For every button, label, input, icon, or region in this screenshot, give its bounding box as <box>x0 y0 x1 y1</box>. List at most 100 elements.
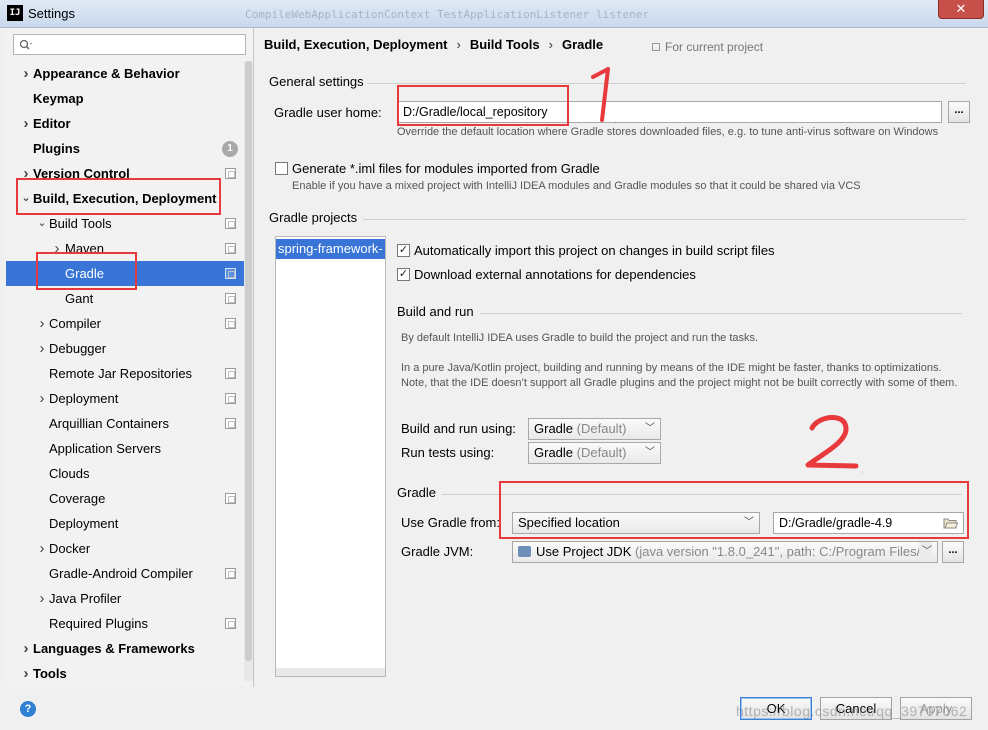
sidebar-item-coverage[interactable]: Coverage <box>6 486 244 511</box>
sidebar-item-application-servers[interactable]: Application Servers <box>6 436 244 461</box>
sidebar-item-version-control[interactable]: › Version Control <box>6 161 244 186</box>
breadcrumb-part-3: Gradle <box>561 37 604 52</box>
sidebar-item-editor[interactable]: › Editor <box>6 111 244 136</box>
project-scope-icon <box>225 293 236 304</box>
sidebar-item-label: Maven <box>65 241 105 256</box>
sidebar-scrollbar-thumb[interactable] <box>245 61 252 661</box>
gradle-jvm-detail: (java version "1.8.0_241", path: C:/Prog… <box>635 544 927 559</box>
project-scope-icon <box>225 368 236 379</box>
chevron-right-icon[interactable]: › <box>21 661 31 686</box>
chevron-right-icon[interactable]: › <box>37 311 47 336</box>
sidebar-item-build-tools[interactable]: ⌄ Build Tools <box>6 211 244 236</box>
sidebar-item-build-execution-deployment[interactable]: ⌄ Build, Execution, Deployment <box>6 186 244 211</box>
gradle-user-home-browse-button[interactable]: ... <box>948 101 970 123</box>
run-tests-using-select[interactable]: Gradle (Default) ﹀ <box>528 442 661 464</box>
project-scope-icon <box>225 243 236 254</box>
folder-icon[interactable] <box>943 517 958 529</box>
gradle-jvm-browse-button[interactable]: ... <box>942 541 964 563</box>
sidebar-item-java-profiler[interactable]: › Java Profiler <box>6 586 244 611</box>
download-annotations-label: Download external annotations for depend… <box>414 267 696 282</box>
breadcrumb-separator: › <box>456 37 461 52</box>
chevron-right-icon[interactable]: › <box>21 636 31 661</box>
sidebar-item-tools[interactable]: › Tools <box>6 661 244 686</box>
chevron-right-icon[interactable]: › <box>37 536 47 561</box>
gradle-user-home-field[interactable]: D:/Gradle/local_repository <box>397 101 942 123</box>
sidebar-item-compiler[interactable]: › Compiler <box>6 311 244 336</box>
use-gradle-from-label: Use Gradle from: <box>401 515 500 530</box>
sidebar-item-required-plugins[interactable]: Required Plugins <box>6 611 244 636</box>
close-window-button[interactable]: ✕ <box>938 0 984 19</box>
sidebar-item-label: Remote Jar Repositories <box>49 366 193 381</box>
sidebar-item-gradle-android-compiler[interactable]: Gradle-Android Compiler <box>6 561 244 586</box>
sidebar-item-plugins[interactable]: Plugins 1 <box>6 136 244 161</box>
chevron-right-icon[interactable]: › <box>21 111 31 136</box>
gradle-jvm-label: Gradle JVM: <box>401 544 474 559</box>
search-icon <box>19 39 32 50</box>
sidebar-item-label: Deployment <box>49 516 119 531</box>
chevron-down-icon[interactable]: ⌄ <box>21 186 31 211</box>
settings-search-box[interactable] <box>13 34 246 55</box>
chevron-down-icon[interactable]: ⌄ <box>37 211 47 236</box>
background-window-text: CompileWebApplicationContext TestApplica… <box>245 8 649 21</box>
projects-list-scrollbar[interactable] <box>276 668 385 676</box>
sidebar-item-maven[interactable]: › Maven <box>6 236 244 261</box>
generate-iml-hint: Enable if you have a mixed project with … <box>292 180 861 192</box>
project-scope-icon <box>225 568 236 579</box>
project-scope-icon <box>225 268 236 279</box>
sidebar-item-gradle[interactable]: Gradle <box>6 261 244 286</box>
download-annotations-checkbox[interactable]: ✓ <box>397 268 410 281</box>
sidebar-item-docker[interactable]: › Docker <box>6 536 244 561</box>
sidebar-scrollbar[interactable] <box>244 61 253 681</box>
breadcrumb: Build, Execution, Deployment › Build Tools… <box>264 37 603 52</box>
chevron-right-icon[interactable]: › <box>21 161 31 186</box>
sidebar-item-label: Gradle-Android Compiler <box>49 566 193 581</box>
sidebar-item-deployment[interactable]: Deployment <box>6 511 244 536</box>
gradle-location-value: D:/Gradle/gradle-4.9 <box>779 516 893 530</box>
gradle-project-item[interactable]: spring-framework- <box>276 239 385 259</box>
sidebar-item-deployment[interactable]: › Deployment <box>6 386 244 411</box>
chevron-right-icon[interactable]: › <box>52 236 62 261</box>
sidebar-item-label: Deployment <box>49 391 119 406</box>
help-button[interactable]: ? <box>20 701 36 717</box>
sidebar-item-debugger[interactable]: › Debugger <box>6 336 244 361</box>
sidebar-item-keymap[interactable]: Keymap <box>6 86 244 111</box>
auto-import-checkbox[interactable]: ✓ <box>397 244 410 257</box>
sidebar-item-appearance-behavior[interactable]: › Appearance & Behavior <box>6 61 244 86</box>
chevron-right-icon[interactable]: › <box>37 336 47 361</box>
sidebar-item-arquillian-containers[interactable]: Arquillian Containers <box>6 411 244 436</box>
gradle-jvm-select[interactable]: Use Project JDK (java version "1.8.0_241… <box>512 541 938 563</box>
chevron-right-icon[interactable]: › <box>37 586 47 611</box>
sidebar-item-remote-jar-repositories[interactable]: Remote Jar Repositories <box>6 361 244 386</box>
sidebar-item-label: Debugger <box>49 341 107 356</box>
use-gradle-from-value: Specified location <box>518 515 620 530</box>
settings-sidebar: › Appearance & Behavior Keymap › Editor Plugi… <box>6 28 254 687</box>
use-gradle-from-select[interactable]: Specified location ﹀ <box>512 512 760 534</box>
sidebar-item-languages-frameworks[interactable]: › Languages & Frameworks <box>6 636 244 661</box>
run-tests-using-default: (Default) <box>576 445 627 460</box>
gradle-location-field[interactable]: D:/Gradle/gradle-4.9 <box>773 512 964 534</box>
breadcrumb-part-1: Build, Execution, Deployment <box>264 37 448 52</box>
chevron-right-icon[interactable]: › <box>37 386 47 411</box>
project-scope-icon <box>225 168 236 179</box>
gradle-user-home-hint: Override the default location where Grad… <box>397 126 939 138</box>
chevron-down-icon: ﹀ <box>645 447 655 458</box>
sidebar-item-gant[interactable]: Gant <box>6 286 244 311</box>
build-and-run-using-default: (Default) <box>576 421 627 436</box>
sidebar-item-label: Docker <box>49 541 91 556</box>
project-scope-icon <box>225 418 236 429</box>
sidebar-item-label: Coverage <box>49 491 106 506</box>
gradle-projects-list[interactable]: spring-framework- <box>275 236 386 677</box>
build-and-run-using-select[interactable]: Gradle (Default) ﹀ <box>528 418 661 440</box>
sidebar-item-label: Gradle <box>65 266 105 281</box>
chevron-right-icon[interactable]: › <box>21 61 31 86</box>
settings-search-input[interactable] <box>34 36 240 53</box>
generate-iml-checkbox[interactable] <box>275 162 288 175</box>
build-and-run-using-label: Build and run using: <box>401 421 516 436</box>
dialog-footer: ? OK Cancel Apply https://blog.csdn.net/… <box>0 687 988 730</box>
sidebar-item-label: Languages & Frameworks <box>33 641 195 656</box>
gradle-section-title: Gradle <box>397 485 437 500</box>
sidebar-item-label: Plugins <box>33 141 80 156</box>
project-scope-icon <box>652 43 660 51</box>
gradle-projects-divider <box>363 219 966 220</box>
sidebar-item-clouds[interactable]: Clouds <box>6 461 244 486</box>
